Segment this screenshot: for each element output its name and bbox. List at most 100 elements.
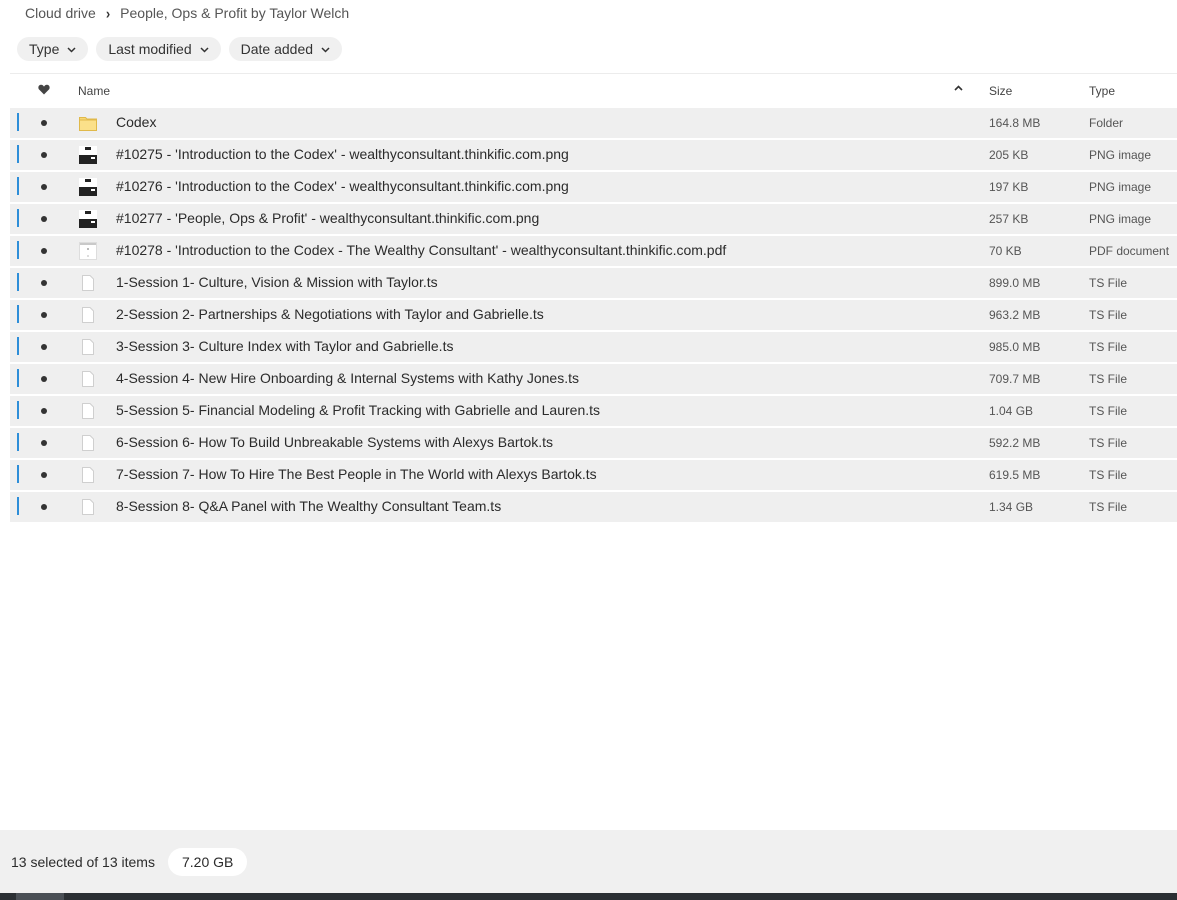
row-bullet-icon bbox=[41, 120, 47, 126]
row-bullet-icon bbox=[41, 216, 47, 222]
file-icon bbox=[79, 370, 97, 388]
file-size: 205 KB bbox=[989, 148, 1029, 162]
file-type: TS File bbox=[1089, 308, 1128, 322]
file-icon bbox=[79, 274, 97, 292]
file-type: TS File bbox=[1089, 436, 1128, 450]
table-row[interactable]: #10278 - 'Introduction to the Codex - Th… bbox=[10, 236, 1177, 266]
file-type: Folder bbox=[1089, 116, 1124, 130]
table-row[interactable]: #10277 - 'People, Ops & Profit' - wealth… bbox=[10, 204, 1177, 234]
file-icon bbox=[79, 466, 97, 484]
selection-indicator bbox=[17, 401, 19, 419]
cloud-drive-page: Cloud drive › People, Ops & Profit by Ta… bbox=[0, 0, 1177, 900]
file-size: 197 KB bbox=[989, 180, 1029, 194]
row-bullet-icon bbox=[41, 280, 47, 286]
breadcrumb: Cloud drive › People, Ops & Profit by Ta… bbox=[25, 4, 349, 22]
heart-icon[interactable] bbox=[38, 84, 50, 95]
file-size: 709.7 MB bbox=[989, 372, 1041, 386]
file-type: PNG image bbox=[1089, 212, 1152, 226]
last-modified-filter-dropdown[interactable]: Last modified bbox=[96, 37, 221, 61]
selection-indicator bbox=[17, 113, 19, 131]
name-column-header[interactable]: Name bbox=[78, 84, 110, 98]
file-type: PNG image bbox=[1089, 148, 1152, 162]
file-size: 619.5 MB bbox=[989, 468, 1041, 482]
file-type: TS File bbox=[1089, 276, 1128, 290]
image-thumbnail-icon bbox=[79, 178, 97, 196]
table-row[interactable]: 7-Session 7- How To Hire The Best People… bbox=[10, 460, 1177, 490]
chevron-up-icon[interactable] bbox=[954, 85, 963, 91]
file-icon bbox=[79, 498, 97, 516]
breadcrumb-root[interactable]: Cloud drive bbox=[25, 5, 96, 21]
file-size: 592.2 MB bbox=[989, 436, 1041, 450]
file-name[interactable]: #10278 - 'Introduction to the Codex - Th… bbox=[116, 242, 726, 258]
file-type: TS File bbox=[1089, 404, 1128, 418]
selection-indicator bbox=[17, 177, 19, 195]
table-row[interactable]: 1-Session 1- Culture, Vision & Mission w… bbox=[10, 268, 1177, 298]
file-name[interactable]: 5-Session 5- Financial Modeling & Profit… bbox=[116, 402, 600, 418]
table-row[interactable]: 4-Session 4- New Hire Onboarding & Inter… bbox=[10, 364, 1177, 394]
file-type: TS File bbox=[1089, 500, 1128, 514]
type-filter-label: Type bbox=[29, 41, 60, 57]
file-name[interactable]: #10277 - 'People, Ops & Profit' - wealth… bbox=[116, 210, 539, 226]
table-row[interactable]: 8-Session 8- Q&A Panel with The Wealthy … bbox=[10, 492, 1177, 522]
table-row[interactable]: 3-Session 3- Culture Index with Taylor a… bbox=[10, 332, 1177, 362]
bottom-taskbar bbox=[0, 893, 1177, 900]
selection-indicator bbox=[17, 497, 19, 515]
file-name[interactable]: #10276 - 'Introduction to the Codex' - w… bbox=[116, 178, 569, 194]
table-row[interactable]: #10275 - 'Introduction to the Codex' - w… bbox=[10, 140, 1177, 170]
file-name[interactable]: 7-Session 7- How To Hire The Best People… bbox=[116, 466, 597, 482]
row-bullet-icon bbox=[41, 248, 47, 254]
file-name[interactable]: 8-Session 8- Q&A Panel with The Wealthy … bbox=[116, 498, 501, 514]
table-row[interactable]: 2-Session 2- Partnerships & Negotiations… bbox=[10, 300, 1177, 330]
row-bullet-icon bbox=[41, 152, 47, 158]
file-name[interactable]: 3-Session 3- Culture Index with Taylor a… bbox=[116, 338, 453, 354]
file-name[interactable]: 2-Session 2- Partnerships & Negotiations… bbox=[116, 306, 544, 322]
row-bullet-icon bbox=[41, 344, 47, 350]
selection-indicator bbox=[17, 145, 19, 163]
file-icon bbox=[79, 338, 97, 356]
type-filter-dropdown[interactable]: Type bbox=[17, 37, 89, 61]
row-bullet-icon bbox=[41, 376, 47, 382]
row-bullet-icon bbox=[41, 440, 47, 446]
size-column-header[interactable]: Size bbox=[989, 84, 1012, 98]
selection-indicator bbox=[17, 273, 19, 291]
file-name[interactable]: 6-Session 6- How To Build Unbreakable Sy… bbox=[116, 434, 553, 450]
breadcrumb-separator-icon: › bbox=[105, 4, 111, 22]
selection-indicator bbox=[17, 433, 19, 451]
pdf-thumbnail-icon bbox=[79, 242, 97, 260]
file-name[interactable]: 1-Session 1- Culture, Vision & Mission w… bbox=[116, 274, 438, 290]
table-row[interactable]: 6-Session 6- How To Build Unbreakable Sy… bbox=[10, 428, 1177, 458]
image-thumbnail-icon bbox=[79, 146, 97, 164]
table-row[interactable]: 5-Session 5- Financial Modeling & Profit… bbox=[10, 396, 1177, 426]
table-row[interactable]: Codex 164.8 MB Folder bbox=[10, 108, 1177, 138]
chevron-down-icon bbox=[200, 47, 209, 53]
selection-indicator bbox=[17, 241, 19, 259]
row-bullet-icon bbox=[41, 472, 47, 478]
file-size: 1.04 GB bbox=[989, 404, 1034, 418]
date-added-filter-label: Date added bbox=[240, 41, 314, 57]
file-name[interactable]: 4-Session 4- New Hire Onboarding & Inter… bbox=[116, 370, 579, 386]
row-bullet-icon bbox=[41, 504, 47, 510]
selection-total-size: 7.20 GB bbox=[168, 848, 248, 876]
row-bullet-icon bbox=[41, 312, 47, 318]
type-column-header[interactable]: Type bbox=[1089, 84, 1115, 98]
selection-indicator bbox=[17, 209, 19, 227]
table-row[interactable]: #10276 - 'Introduction to the Codex' - w… bbox=[10, 172, 1177, 202]
file-size: 164.8 MB bbox=[989, 116, 1041, 130]
file-icon bbox=[79, 402, 97, 420]
file-type: PDF document bbox=[1089, 244, 1170, 258]
selection-indicator bbox=[17, 305, 19, 323]
file-size: 257 KB bbox=[989, 212, 1029, 226]
file-type: TS File bbox=[1089, 468, 1128, 482]
file-name[interactable]: Codex bbox=[116, 114, 156, 130]
breadcrumb-current: People, Ops & Profit by Taylor Welch bbox=[120, 5, 350, 21]
date-added-filter-dropdown[interactable]: Date added bbox=[228, 37, 343, 61]
file-size: 899.0 MB bbox=[989, 276, 1041, 290]
file-size: 985.0 MB bbox=[989, 340, 1041, 354]
image-thumbnail-icon bbox=[79, 210, 97, 228]
table-divider bbox=[10, 73, 1177, 74]
chevron-down-icon bbox=[67, 47, 76, 53]
taskbar-tab[interactable] bbox=[16, 893, 64, 900]
file-list: Codex 164.8 MB Folder #10275 - 'Introductio… bbox=[10, 108, 1177, 524]
file-name[interactable]: #10275 - 'Introduction to the Codex' - w… bbox=[116, 146, 569, 162]
last-modified-filter-label: Last modified bbox=[108, 41, 192, 57]
